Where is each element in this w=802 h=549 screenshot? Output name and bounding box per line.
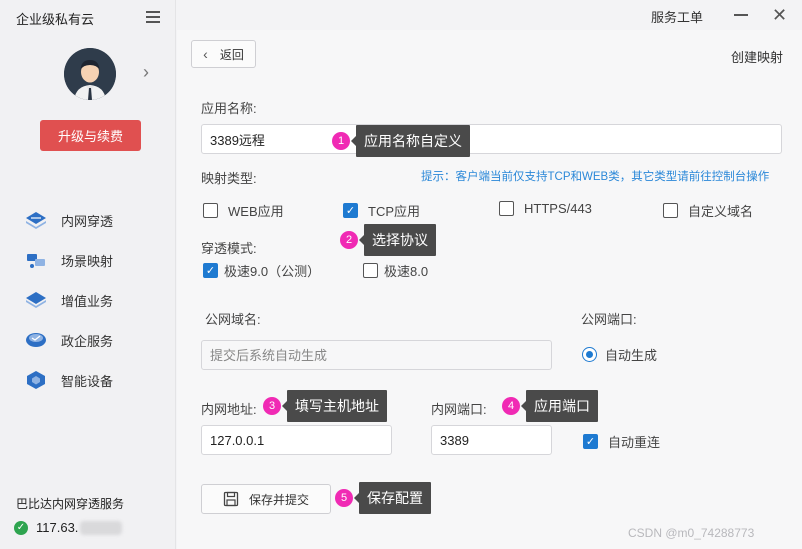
annotation-number: 1 <box>332 132 350 150</box>
chevron-left-icon: ‹ <box>203 46 208 62</box>
redacted-ip-part <box>80 520 123 535</box>
mapping-hint: 提示：客户端当前仅支持TCP和WEB类，其它类型请前往控制台操作 <box>421 171 770 183</box>
service-name: 巴比达内网穿透服务 <box>16 497 125 511</box>
checkbox-custom-domain[interactable]: 自定义域名 <box>663 201 753 220</box>
annotation-number: 3 <box>263 397 281 415</box>
watermark: CSDN @m0_74288773 <box>628 526 755 540</box>
upgrade-button[interactable]: 升级与续费 <box>40 120 141 151</box>
lan-address-input[interactable] <box>201 425 392 455</box>
checkbox-box <box>663 203 678 218</box>
sidebar-item-label: 增值业务 <box>61 293 114 309</box>
radio-selected-icon <box>582 347 597 362</box>
checkmark-icon: ✓ <box>343 203 358 218</box>
public-domain-label: 公网域名: <box>205 312 261 327</box>
mapping-type-label: 映射类型: <box>201 171 257 186</box>
checkbox-speed-8[interactable]: 极速8.0 <box>363 261 428 280</box>
checkbox-auto-reconnect[interactable]: ✓ 自动重连 <box>583 432 660 451</box>
brand-title: 企业级私有云 <box>16 12 95 27</box>
checkbox-label: TCP应用 <box>368 204 421 219</box>
public-port-label: 公网端口: <box>581 312 637 327</box>
checkbox-label: 极速9.0（公测） <box>224 264 321 279</box>
sidebar-item-scene-mapping[interactable]: 场景映射 <box>24 248 113 272</box>
back-button[interactable]: ‹ 返回 <box>191 40 256 68</box>
save-icon <box>223 491 239 507</box>
annotation-text: 保存配置 <box>354 482 431 514</box>
annotation-number: 2 <box>340 231 358 249</box>
checkbox-https[interactable]: HTTPS/443 <box>499 201 592 216</box>
checkbox-box <box>363 263 378 278</box>
annotation-number: 5 <box>335 489 353 507</box>
back-label: 返回 <box>219 47 244 62</box>
checkbox-tcp-app[interactable]: ✓ TCP应用 <box>343 201 420 220</box>
scene-mapping-icon <box>27 254 45 268</box>
sidebar-item-label: 智能设备 <box>61 373 114 389</box>
save-submit-button[interactable]: 保存并提交 <box>201 484 331 514</box>
app-name-label: 应用名称: <box>201 101 257 116</box>
close-icon[interactable]: ✕ <box>772 5 787 25</box>
checkmark-icon: ✓ <box>583 434 598 449</box>
annotation-text: 应用端口 <box>521 390 598 422</box>
public-domain-input[interactable] <box>201 340 552 370</box>
service-ticket-link[interactable]: 服务工单 <box>651 7 703 26</box>
checkbox-label: 极速8.0 <box>384 264 429 279</box>
checkbox-speed-9[interactable]: ✓ 极速9.0（公测） <box>203 261 320 280</box>
sidebar-item-label: 内网穿透 <box>61 213 114 229</box>
main-panel <box>177 30 802 549</box>
avatar[interactable] <box>64 48 116 100</box>
sidebar-item-label: 政企服务 <box>61 333 114 349</box>
annotation-3: 3 填写主机地址 <box>263 390 387 422</box>
annotation-1: 1 应用名称自定义 <box>332 125 470 157</box>
checkbox-web-app[interactable]: WEB应用 <box>203 201 284 220</box>
annotation-2: 2 选择协议 <box>340 224 436 256</box>
annotation-4: 4 应用端口 <box>502 390 598 422</box>
sidebar-item-value-added[interactable]: 增值业务 <box>24 288 113 312</box>
sidebar: 企业级私有云 › 升级与续费 内网穿透 场景映射 增值业务 政企服务 智能设备 … <box>0 0 176 549</box>
lan-address-label: 内网地址: <box>201 402 257 417</box>
minimize-icon[interactable] <box>734 14 748 16</box>
menu-icon[interactable] <box>146 11 160 23</box>
chevron-right-icon[interactable]: › <box>143 62 149 82</box>
checkbox-label: 自定义域名 <box>688 204 754 219</box>
annotation-text: 选择协议 <box>359 224 436 256</box>
lan-port-input[interactable] <box>431 425 552 455</box>
save-label: 保存并提交 <box>248 492 309 507</box>
radio-auto-generate[interactable]: 自动生成 <box>582 345 657 364</box>
smart-device-icon <box>27 371 45 389</box>
checkbox-label: HTTPS/443 <box>524 201 592 216</box>
checkbox-label: 自动重连 <box>608 435 661 450</box>
page-title: 创建映射 <box>731 50 784 65</box>
value-added-icon <box>26 292 46 308</box>
annotation-number: 4 <box>502 397 520 415</box>
checkbox-label: WEB应用 <box>228 204 284 219</box>
lan-port-label: 内网端口: <box>431 402 487 417</box>
checkbox-box <box>499 201 514 216</box>
sidebar-item-network-tunnel[interactable]: 内网穿透 <box>24 208 113 232</box>
checkbox-box <box>203 203 218 218</box>
sidebar-item-enterprise-service[interactable]: 政企服务 <box>24 328 113 352</box>
sidebar-item-smart-device[interactable]: 智能设备 <box>24 368 113 392</box>
service-status: ✓ 117.63. <box>14 520 123 535</box>
service-ip: 117.63. <box>36 520 79 535</box>
annotation-text: 应用名称自定义 <box>351 125 470 157</box>
enterprise-service-icon <box>26 333 46 347</box>
checkmark-icon: ✓ <box>203 263 218 278</box>
annotation-5: 5 保存配置 <box>335 482 431 514</box>
app-name-input[interactable] <box>201 124 782 154</box>
check-circle-icon: ✓ <box>14 520 28 535</box>
annotation-text: 填写主机地址 <box>282 390 387 422</box>
radio-label: 自动生成 <box>605 348 658 363</box>
network-tunnel-icon <box>26 212 46 229</box>
sidebar-item-label: 场景映射 <box>61 253 114 269</box>
tunnel-mode-label: 穿透模式: <box>201 241 257 256</box>
